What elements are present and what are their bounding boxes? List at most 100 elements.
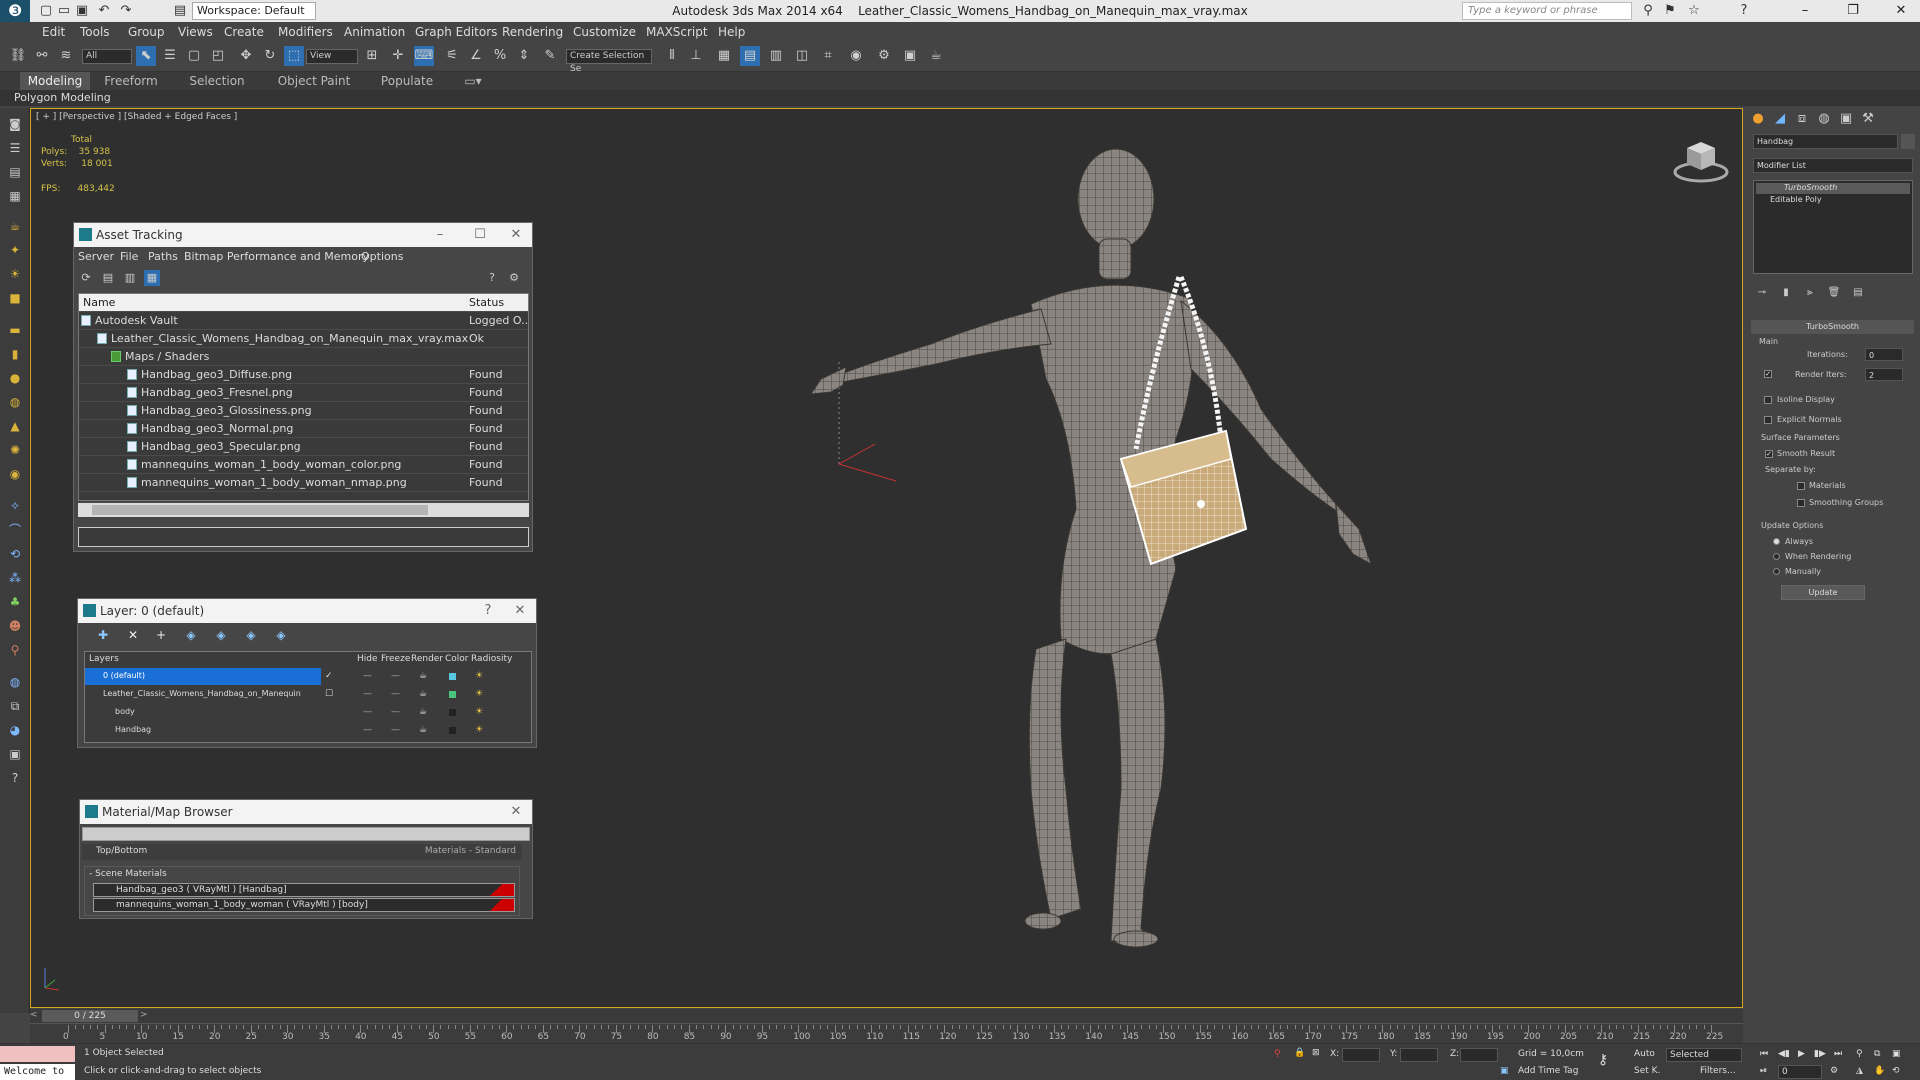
- pin-stack-icon[interactable]: ⊸: [1753, 284, 1771, 302]
- iterations-spinner[interactable]: 0: [1865, 348, 1903, 361]
- camera-icon[interactable]: ◙: [5, 116, 25, 132]
- scene-explorer-icon[interactable]: ▦: [714, 46, 734, 66]
- configure-sets-icon[interactable]: ▤: [1849, 284, 1867, 302]
- asset-h-scrollbar[interactable]: [78, 503, 529, 517]
- app-logo-icon[interactable]: ❸: [0, 0, 30, 22]
- undo-icon[interactable]: ↶: [96, 3, 112, 19]
- ribbon-options-icon[interactable]: ▭▾: [458, 72, 488, 90]
- go-to-end-icon[interactable]: ⏭: [1834, 1049, 1842, 1059]
- twist-icon[interactable]: ⟲: [5, 546, 25, 562]
- box-primitive-icon[interactable]: ■: [5, 290, 25, 306]
- utilities-tab-icon[interactable]: ⚒: [1859, 110, 1877, 128]
- favorites-star-icon[interactable]: ☆: [1686, 3, 1702, 19]
- reference-coord-dropdown[interactable]: View: [306, 49, 358, 64]
- layer-row[interactable]: Leather_Classic_Womens_Handbag_on_Manequ…: [85, 686, 531, 704]
- modifier-icon[interactable]: ✧: [5, 498, 25, 514]
- select-objects-layer-icon[interactable]: ◈: [182, 627, 200, 643]
- menu-edit[interactable]: Edit: [42, 25, 65, 39]
- time-slider-thumb[interactable]: 0 / 225: [42, 1010, 138, 1022]
- current-frame-field[interactable]: 0: [1778, 1065, 1822, 1079]
- key-icon[interactable]: ⚷: [1598, 1052, 1608, 1068]
- stack-turbosmooth[interactable]: TurboSmooth: [1756, 183, 1910, 194]
- asset-menu-bitmap[interactable]: Bitmap Performance and Memory: [184, 250, 369, 263]
- time-slider[interactable]: < 0 / 225 >: [30, 1009, 1743, 1023]
- layer-row[interactable]: body — — ☕ ☀: [85, 704, 531, 722]
- menu-create[interactable]: Create: [224, 25, 264, 39]
- render-iters-checkbox[interactable]: ✓: [1764, 370, 1772, 378]
- hide-toggle[interactable]: —: [363, 689, 372, 699]
- object-color-swatch[interactable]: [1901, 134, 1915, 149]
- torus-icon[interactable]: ◍: [5, 394, 25, 410]
- material-item-handbag[interactable]: Handbag_geo3 ( VRayMtl ) [Handbag]: [93, 883, 515, 897]
- highlight-layer-icon[interactable]: ◈: [212, 627, 230, 643]
- tab-object-paint[interactable]: Object Paint: [274, 72, 354, 90]
- plane-icon[interactable]: ▬: [5, 322, 25, 338]
- asset-path-field[interactable]: [78, 527, 529, 547]
- zoom-icon[interactable]: ⚲: [1856, 1049, 1863, 1059]
- render-col-header[interactable]: Render: [411, 654, 443, 664]
- z-coord-field[interactable]: [1460, 1048, 1498, 1062]
- list-view-icon[interactable]: ▤: [100, 270, 116, 286]
- bend-icon[interactable]: ⌒: [5, 522, 25, 538]
- zoom-all-icon[interactable]: ⧉: [1874, 1049, 1880, 1059]
- bone-icon[interactable]: ⚲: [5, 642, 25, 658]
- mirror-icon[interactable]: ⫴: [662, 46, 682, 66]
- layers-col-header[interactable]: Layers: [89, 654, 119, 664]
- helper-icon[interactable]: ✦: [5, 242, 25, 258]
- freeze-col-header[interactable]: Freeze: [381, 654, 410, 664]
- update-button[interactable]: Update: [1781, 585, 1865, 600]
- asset-row[interactable]: Handbag_geo3_Diffuse.png Found: [79, 366, 528, 384]
- next-frame-arrow[interactable]: >: [140, 1010, 150, 1022]
- asset-row[interactable]: Leather_Classic_Womens_Handbag_on_Manequ…: [79, 330, 528, 348]
- pivot-center-icon[interactable]: ⊞: [362, 46, 382, 66]
- layers-icon[interactable]: ▦: [5, 188, 25, 204]
- asset-minimize-button[interactable]: –: [424, 223, 456, 247]
- teapot-icon[interactable]: ☕: [5, 218, 25, 234]
- material-search-input[interactable]: [82, 827, 530, 841]
- pan-icon[interactable]: ✋: [1874, 1066, 1885, 1076]
- cone-icon[interactable]: ▲: [5, 418, 25, 434]
- edit-named-selection-icon[interactable]: ✎: [540, 46, 560, 66]
- add-time-tag[interactable]: Add Time Tag: [1518, 1066, 1578, 1076]
- project-folder-icon[interactable]: ▤: [172, 3, 188, 19]
- select-object-icon[interactable]: ⬉: [136, 46, 156, 66]
- angle-snap-icon[interactable]: ∠: [466, 46, 486, 66]
- menu-views[interactable]: Views: [178, 25, 213, 39]
- curve-editor-icon[interactable]: ◫: [792, 46, 812, 66]
- asset-close-button[interactable]: ✕: [500, 223, 532, 247]
- tab-selection[interactable]: Selection: [182, 72, 252, 90]
- select-manipulate-icon[interactable]: ✛: [388, 46, 408, 66]
- rotate-icon[interactable]: ↻: [260, 46, 280, 66]
- material-top-bottom-row[interactable]: Top/Bottom Materials - Standard: [82, 844, 522, 860]
- tab-freeform[interactable]: Freeform: [96, 72, 166, 90]
- freeze-toggle[interactable]: —: [391, 671, 400, 681]
- delete-layer-icon[interactable]: ✕: [124, 627, 142, 643]
- render-iters-spinner[interactable]: 2: [1865, 368, 1903, 381]
- render-teapot-icon[interactable]: ☕: [419, 725, 427, 735]
- layer-row[interactable]: Handbag — — ☕ ☀: [85, 722, 531, 740]
- display-icon[interactable]: ▤: [5, 164, 25, 180]
- layer-color-swatch[interactable]: [449, 727, 456, 734]
- scene-materials-header[interactable]: - Scene Materials: [89, 869, 167, 879]
- menu-modifiers[interactable]: Modifiers: [278, 25, 333, 39]
- layer-color-swatch[interactable]: [449, 709, 456, 716]
- link-icon[interactable]: ⛓: [8, 46, 28, 66]
- freeze-all-layers-icon[interactable]: ◈: [272, 627, 290, 643]
- workspace-dropdown[interactable]: Workspace: Default: [192, 2, 316, 20]
- materials-checkbox[interactable]: [1797, 482, 1805, 490]
- menu-group[interactable]: Group: [128, 25, 165, 39]
- render-teapot-icon[interactable]: ☕: [419, 671, 427, 681]
- radiosity-icon[interactable]: ☀: [475, 725, 485, 735]
- ribbon-polygon-modeling[interactable]: Polygon Modeling: [14, 91, 111, 104]
- time-tag-icon[interactable]: ▣: [1500, 1066, 1509, 1076]
- asset-row[interactable]: Handbag_geo3_Specular.png Found: [79, 438, 528, 456]
- go-to-start-icon[interactable]: ⏮: [1760, 1049, 1768, 1059]
- menu-tools[interactable]: Tools: [80, 25, 110, 39]
- rectangle-selection-icon[interactable]: ▢: [184, 46, 204, 66]
- freeze-toggle[interactable]: —: [391, 707, 400, 717]
- hide-col-header[interactable]: Hide: [357, 654, 378, 664]
- when-rendering-radio[interactable]: [1773, 553, 1780, 560]
- make-unique-icon[interactable]: ⫸: [1801, 284, 1819, 302]
- timeline-ruler[interactable]: 0 5 10 15 20 25 30 35 40 45 50 55 60 65 70 75 80 85 90 95 10…: [30, 1023, 1743, 1043]
- radiosity-icon[interactable]: ☀: [475, 689, 485, 699]
